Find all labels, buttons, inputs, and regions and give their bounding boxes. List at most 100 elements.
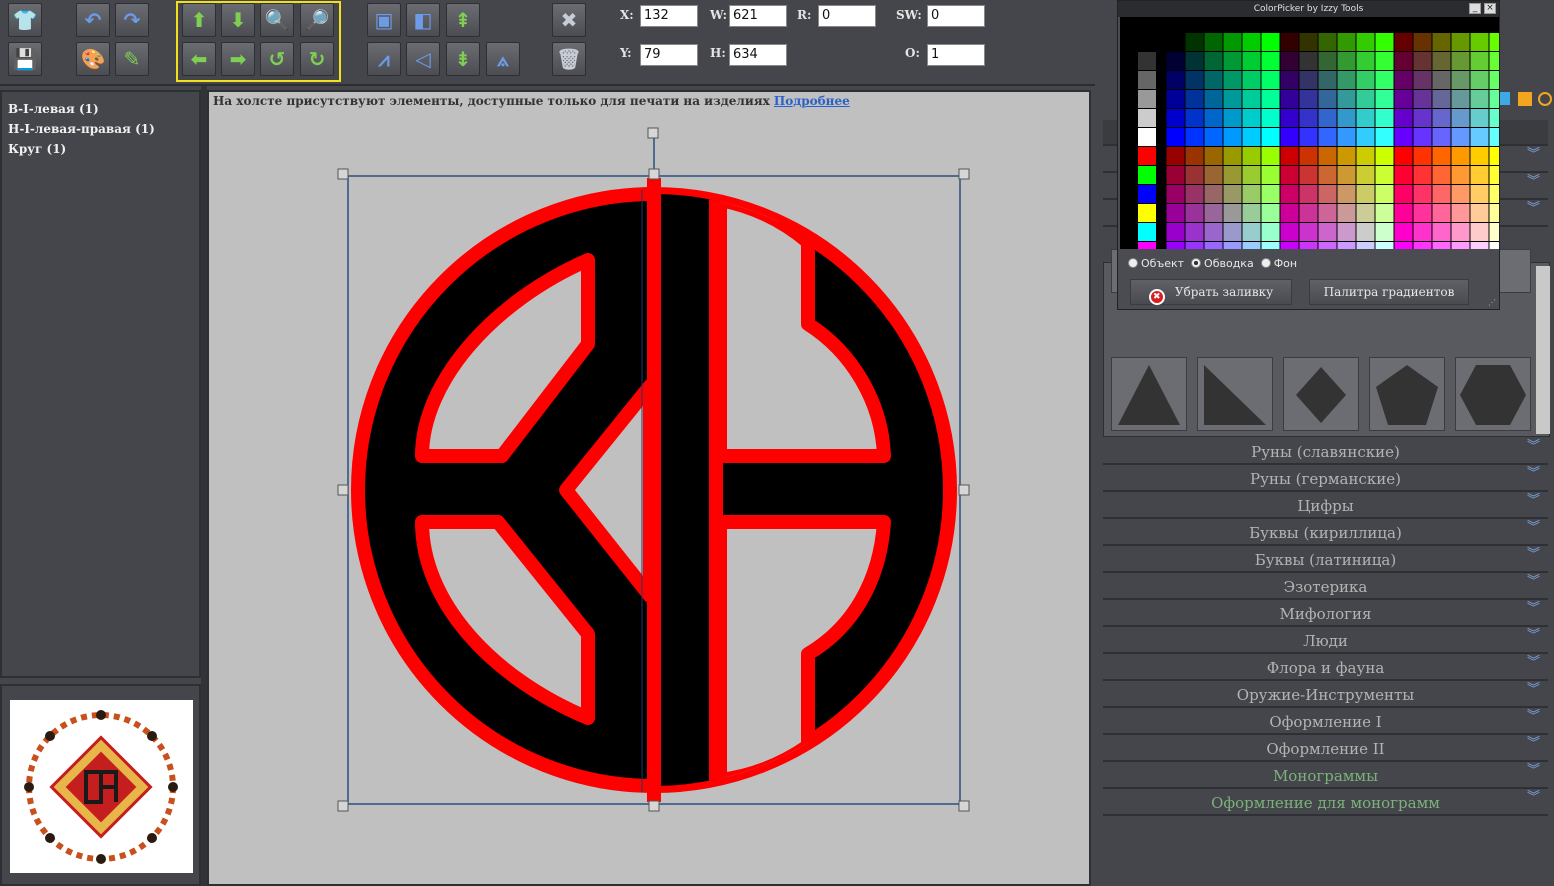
color-swatch[interactable] (1375, 128, 1394, 146)
color-swatch[interactable] (1138, 242, 1156, 260)
color-swatch[interactable] (1394, 223, 1413, 241)
color-swatch[interactable] (1375, 223, 1394, 241)
flip-horizontal-icon[interactable]: ⩘ (367, 42, 401, 76)
ok-icon[interactable] (1518, 92, 1532, 106)
color-swatch[interactable] (1375, 185, 1394, 203)
color-swatch[interactable] (1489, 204, 1508, 222)
color-swatch[interactable] (1356, 223, 1375, 241)
color-swatch[interactable] (1242, 109, 1261, 127)
category-runes-germanic[interactable]: Руны (германские) ︾ (1103, 466, 1548, 492)
design-canvas[interactable] (209, 92, 1089, 884)
color-swatch[interactable] (1242, 52, 1261, 70)
color-swatch[interactable] (1356, 109, 1375, 127)
color-swatch[interactable] (1356, 128, 1375, 146)
color-swatch[interactable] (1337, 185, 1356, 203)
color-swatch[interactable] (1337, 128, 1356, 146)
color-swatch[interactable] (1451, 147, 1470, 165)
color-swatch[interactable] (1489, 128, 1508, 146)
color-swatch[interactable] (1432, 109, 1451, 127)
color-swatch[interactable] (1166, 71, 1185, 89)
tools-icon[interactable]: ✖ (552, 3, 586, 37)
category-mythology[interactable]: Мифология ︾ (1103, 601, 1548, 627)
remove-fill-button[interactable]: ✖ Убрать заливку (1130, 279, 1292, 305)
color-swatch[interactable] (1394, 204, 1413, 222)
color-swatch[interactable] (1242, 204, 1261, 222)
color-swatch[interactable] (1413, 147, 1432, 165)
color-swatch[interactable] (1242, 71, 1261, 89)
color-swatch[interactable] (1470, 90, 1489, 108)
zoom-out-icon[interactable]: 🔎 (300, 3, 334, 37)
color-swatch[interactable] (1318, 128, 1337, 146)
color-swatch[interactable] (1413, 223, 1432, 241)
color-swatch[interactable] (1280, 109, 1299, 127)
color-swatch[interactable] (1204, 109, 1223, 127)
color-swatch[interactable] (1185, 109, 1204, 127)
color-swatch[interactable] (1394, 128, 1413, 146)
color-swatch[interactable] (1223, 223, 1242, 241)
color-swatch[interactable] (1413, 52, 1432, 70)
category-design-2[interactable]: Оформление II ︾ (1103, 736, 1548, 762)
color-swatch[interactable] (1337, 223, 1356, 241)
color-swatch[interactable] (1166, 242, 1185, 260)
share-icon[interactable] (1500, 92, 1510, 105)
color-swatch[interactable] (1394, 185, 1413, 203)
color-swatch[interactable] (1185, 204, 1204, 222)
color-swatch[interactable] (1261, 90, 1280, 108)
color-swatch[interactable] (1413, 185, 1432, 203)
zoom-in-icon[interactable]: 🔍 (260, 3, 294, 37)
rotate-handle[interactable] (647, 127, 659, 139)
category-letters-cyrillic[interactable]: Буквы (кириллица) ︾ (1103, 520, 1548, 546)
color-swatch[interactable] (1337, 52, 1356, 70)
color-swatch[interactable] (1299, 52, 1318, 70)
tshirt-icon[interactable]: 👕 (8, 3, 42, 37)
color-swatch[interactable] (1138, 166, 1156, 184)
align-top-icon[interactable]: ⇞ (446, 3, 480, 37)
color-swatch[interactable] (1185, 147, 1204, 165)
color-swatch[interactable] (1451, 33, 1470, 51)
color-swatch[interactable] (1204, 242, 1223, 260)
color-swatch[interactable] (1204, 166, 1223, 184)
flip-vertical-icon[interactable]: ⟑ (486, 42, 520, 76)
gradient-palette-button[interactable]: Палитра градиентов (1309, 279, 1469, 305)
color-swatch[interactable] (1375, 71, 1394, 89)
color-swatch[interactable] (1223, 204, 1242, 222)
color-swatch[interactable] (1470, 71, 1489, 89)
color-swatch[interactable] (1337, 242, 1356, 260)
color-swatch[interactable] (1138, 33, 1156, 51)
color-swatch[interactable] (1138, 52, 1156, 70)
color-swatch[interactable] (1223, 71, 1242, 89)
color-swatch[interactable] (1318, 242, 1337, 260)
color-swatch[interactable] (1223, 147, 1242, 165)
color-swatch[interactable] (1166, 128, 1185, 146)
color-swatch[interactable] (1375, 52, 1394, 70)
color-swatch[interactable] (1375, 166, 1394, 184)
color-swatch[interactable] (1451, 185, 1470, 203)
color-swatch[interactable] (1242, 223, 1261, 241)
color-swatch[interactable] (1470, 109, 1489, 127)
color-swatch[interactable] (1356, 52, 1375, 70)
color-swatch[interactable] (1280, 185, 1299, 203)
redo-icon[interactable]: ↷ (115, 3, 149, 37)
color-swatch[interactable] (1432, 33, 1451, 51)
color-swatch[interactable] (1394, 33, 1413, 51)
shape-diamond[interactable] (1283, 357, 1359, 431)
color-swatch[interactable] (1261, 147, 1280, 165)
color-swatch[interactable] (1451, 109, 1470, 127)
color-swatch[interactable] (1451, 223, 1470, 241)
trash-icon[interactable]: 🗑 (552, 42, 586, 76)
color-swatch[interactable] (1432, 52, 1451, 70)
color-swatch[interactable] (1138, 223, 1156, 241)
color-swatch[interactable] (1394, 166, 1413, 184)
color-swatch[interactable] (1470, 33, 1489, 51)
color-swatch[interactable] (1242, 128, 1261, 146)
color-swatch[interactable] (1489, 185, 1508, 203)
color-swatch[interactable] (1185, 185, 1204, 203)
color-swatch[interactable] (1432, 242, 1451, 260)
target-icon[interactable] (1538, 92, 1552, 106)
color-swatch[interactable] (1375, 204, 1394, 222)
color-swatch[interactable] (1185, 90, 1204, 108)
color-swatch[interactable] (1185, 71, 1204, 89)
color-swatch[interactable] (1356, 71, 1375, 89)
color-swatch[interactable] (1299, 147, 1318, 165)
color-swatch[interactable] (1185, 242, 1204, 260)
